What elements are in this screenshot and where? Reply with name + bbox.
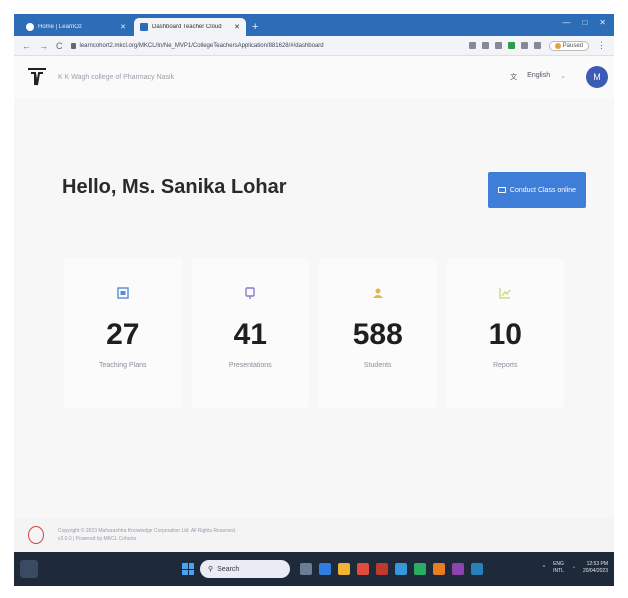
profile-avatar-icon [554, 42, 561, 49]
profile-label: Paused [562, 42, 583, 49]
stat-card-reports[interactable]: 10 Reports [446, 258, 564, 408]
url-field[interactable]: learncohort2.mkcl.org/MKCL/In/Ne_MVP1/Co… [70, 42, 461, 49]
copyright-text: Copyright © 2023 Maharashtra Knowledge C… [58, 528, 237, 534]
new-tab-button[interactable]: + [252, 21, 258, 33]
share-icon[interactable] [481, 42, 489, 49]
students-icon [372, 288, 383, 298]
tab-dashboard[interactable]: Dashboard Teacher Cloud ✕ [134, 18, 246, 36]
taskbar-apps [300, 563, 483, 575]
user-avatar[interactable]: M [586, 66, 608, 88]
store-icon[interactable] [414, 563, 426, 575]
maximize-icon[interactable]: □ [582, 18, 587, 27]
app-icon[interactable] [433, 563, 445, 575]
lang-code: ENG [553, 561, 564, 567]
stats-row: 27 Teaching Plans 41 Presentations 588 S… [64, 258, 564, 408]
stat-card-teaching-plans[interactable]: 27 Teaching Plans [64, 258, 182, 408]
favicon-icon [26, 23, 34, 31]
close-icon[interactable]: ✕ [234, 23, 240, 31]
stat-label: Presentations [228, 362, 272, 369]
college-logo[interactable] [26, 66, 48, 88]
chevron-up-icon[interactable]: ^ [543, 565, 545, 571]
address-bar: ← → C learncohort2.mkcl.org/MKCL/In/Ne_M… [14, 36, 614, 56]
footer-text: Copyright © 2023 Maharashtra Knowledge C… [58, 527, 236, 543]
conduct-class-button[interactable]: Conduct Class online [488, 172, 586, 208]
url-text: learncohort2.mkcl.org/MKCL/In/Ne_MVP1/Co… [79, 42, 324, 49]
close-window-icon[interactable]: ✕ [599, 18, 606, 27]
search-label: Search [217, 565, 240, 573]
app-header: K K Wagh college of Pharmacy Nasik 文 Eng… [14, 56, 614, 98]
college-name: K K Wagh college of Pharmacy Nasik [58, 73, 175, 81]
chevron-down-icon: ⌄ [560, 73, 566, 80]
menu-icon[interactable]: ⋮ [597, 40, 606, 51]
teams-icon[interactable] [319, 563, 331, 575]
favicon-icon [140, 23, 148, 31]
date: 20/04/2023 [582, 568, 608, 574]
stat-value: 10 [488, 318, 522, 351]
tab-home[interactable]: Home | LearnOz ✕ [20, 18, 132, 36]
sidepanel-icon[interactable] [533, 42, 541, 49]
file-explorer-icon[interactable] [338, 563, 350, 575]
region-code: INTL [553, 568, 564, 574]
tab-label: Home | LearnOz [38, 24, 82, 30]
taskbar: ⚲ Search ^ ENG INTL ◔ 12:53 PM 20/04/202… [14, 552, 614, 586]
taskbar-search[interactable]: ⚲ Search [200, 560, 290, 578]
key-icon[interactable] [468, 42, 476, 49]
app-icon[interactable] [452, 563, 464, 575]
stat-value: 41 [233, 318, 267, 351]
conduct-class-label: Conduct Class online [509, 186, 577, 194]
system-tray: ^ ENG INTL ◔ 12:53 PM 20/04/2023 [543, 561, 608, 575]
extension-icon[interactable] [507, 42, 515, 49]
dashboard: Hello, Ms. Sanika Lohar Conduct Class on… [14, 98, 614, 518]
extensions [468, 42, 541, 49]
powered-by-text: v2.0.0 | Powered by MKCL Cohorts [58, 536, 137, 542]
stat-value: 588 [352, 318, 403, 351]
browser-tab-bar: Home | LearnOz ✕ Dashboard Teacher Cloud… [14, 14, 614, 36]
language-indicator[interactable]: ENG INTL [553, 561, 564, 575]
office-icon[interactable] [376, 563, 388, 575]
chrome-icon[interactable] [357, 563, 369, 575]
plan-icon [117, 287, 129, 299]
language-label: English [527, 72, 551, 79]
presentation-icon [245, 287, 255, 299]
search-icon: ⚲ [208, 566, 214, 573]
footer-logo-icon [28, 526, 44, 544]
task-view-icon[interactable] [300, 563, 312, 575]
start-icon[interactable] [182, 563, 194, 575]
star-icon[interactable] [494, 42, 502, 49]
minimize-icon[interactable]: — [562, 18, 570, 27]
forward-icon[interactable]: → [39, 41, 48, 51]
stat-value: 27 [106, 318, 140, 351]
stat-card-students[interactable]: 588 Students [319, 258, 437, 408]
close-icon[interactable]: ✕ [120, 23, 126, 31]
translate-icon: 文 [510, 74, 518, 81]
edge-icon[interactable] [395, 563, 407, 575]
reload-icon[interactable]: C [56, 41, 63, 51]
footer: Copyright © 2023 Maharashtra Knowledge C… [14, 518, 614, 552]
widgets-icon[interactable] [20, 560, 38, 578]
time: 12:53 PM [586, 561, 608, 567]
tab-label: Dashboard Teacher Cloud [152, 24, 222, 30]
profile-button[interactable]: Paused [548, 40, 589, 51]
reports-icon [499, 288, 511, 299]
back-icon[interactable]: ← [22, 41, 31, 51]
wifi-icon[interactable]: ◔ [572, 565, 575, 571]
lock-icon [70, 42, 76, 49]
page-title: Hello, Ms. Sanika Lohar [62, 176, 287, 198]
screen: Home | LearnOz ✕ Dashboard Teacher Cloud… [14, 14, 614, 586]
clock[interactable]: 12:53 PM 20/04/2023 [583, 561, 608, 575]
window-controls: — □ ✕ [562, 18, 606, 27]
stat-label: Teaching Plans [99, 362, 147, 369]
app-icon[interactable] [471, 563, 483, 575]
language-selector[interactable]: 文 English ⌄ [510, 72, 566, 82]
puzzle-icon[interactable] [520, 42, 528, 49]
video-icon [497, 187, 506, 193]
stat-label: Students [363, 362, 392, 369]
stat-card-presentations[interactable]: 41 Presentations [191, 258, 309, 408]
stat-label: Reports [492, 362, 518, 369]
